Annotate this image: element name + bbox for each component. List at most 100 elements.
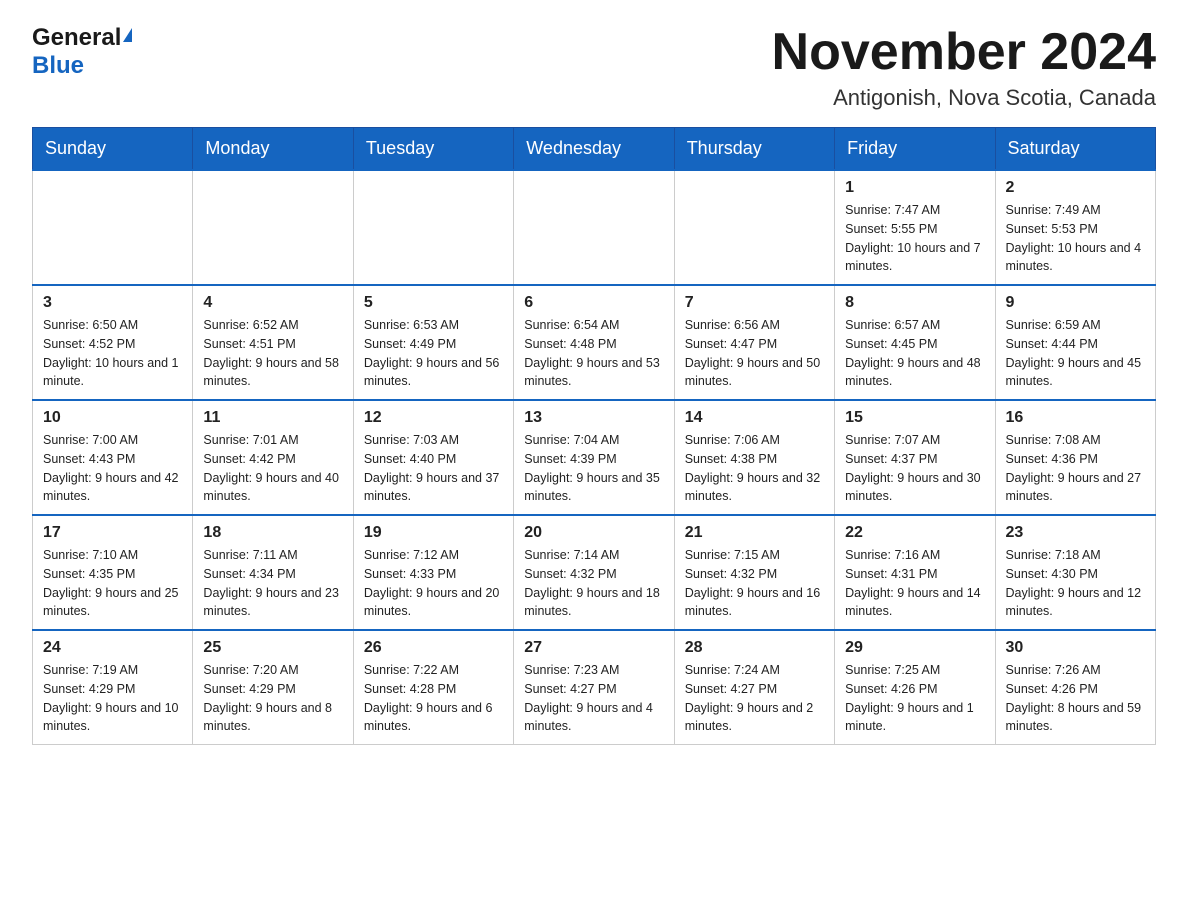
calendar-cell: 17 Sunrise: 7:10 AMSunset: 4:35 PMDayligh… xyxy=(33,515,193,630)
logo-blue-text: Blue xyxy=(32,52,84,79)
day-number: 7 xyxy=(685,294,824,312)
day-info: Sunrise: 7:18 AMSunset: 4:30 PMDaylight:… xyxy=(1006,546,1145,621)
day-info: Sunrise: 7:04 AMSunset: 4:39 PMDaylight:… xyxy=(524,431,663,506)
day-number: 19 xyxy=(364,524,503,542)
calendar-week-5: 24Sunrise: 7:19 AMSunset: 4:29 PMDayligh… xyxy=(33,630,1156,745)
day-info: Sunrise: 7:10 AMSunset: 4:35 PMDaylight:… xyxy=(43,546,182,621)
day-info: Sunrise: 7:11 AMSunset: 4:34 PMDaylight:… xyxy=(203,546,342,621)
day-info: Sunrise: 7:20 AMSunset: 4:29 PMDaylight:… xyxy=(203,661,342,736)
calendar-cell: 10 Sunrise: 7:00 AMSunset: 4:43 PMDayligh… xyxy=(33,400,193,515)
calendar-cell: 6Sunrise: 6:54 AMSunset: 4:48 PMDaylight… xyxy=(514,285,674,400)
calendar-week-1: 1 Sunrise: 7:47 AMSunset: 5:55 PMDaylight… xyxy=(33,170,1156,285)
calendar-cell: 4Sunrise: 6:52 AMSunset: 4:51 PMDaylight… xyxy=(193,285,353,400)
weekday-header-monday: Monday xyxy=(193,128,353,171)
day-number: 10 xyxy=(43,409,182,427)
calendar-cell: 28 Sunrise: 7:24 AMSunset: 4:27 PMDayligh… xyxy=(674,630,834,745)
day-number: 29 xyxy=(845,639,984,657)
day-info: Sunrise: 7:00 AMSunset: 4:43 PMDaylight:… xyxy=(43,431,182,506)
location-text: Antigonish, Nova Scotia, Canada xyxy=(772,85,1156,111)
day-number: 1 xyxy=(845,179,984,197)
day-info: Sunrise: 7:24 AMSunset: 4:27 PMDaylight:… xyxy=(685,661,824,736)
day-number: 17 xyxy=(43,524,182,542)
calendar-cell: 3 Sunrise: 6:50 AMSunset: 4:52 PMDaylight… xyxy=(33,285,193,400)
day-number: 5 xyxy=(364,294,503,312)
day-number: 9 xyxy=(1006,294,1145,312)
calendar-cell: 12 Sunrise: 7:03 AMSunset: 4:40 PMDayligh… xyxy=(353,400,513,515)
day-info: Sunrise: 7:47 AMSunset: 5:55 PMDaylight:… xyxy=(845,201,984,276)
calendar-cell: 20 Sunrise: 7:14 AMSunset: 4:32 PMDayligh… xyxy=(514,515,674,630)
title-area: November 2024 Antigonish, Nova Scotia, C… xyxy=(772,24,1156,111)
logo-general-text: General xyxy=(32,24,121,52)
day-info: Sunrise: 7:22 AMSunset: 4:28 PMDaylight:… xyxy=(364,661,503,736)
day-number: 28 xyxy=(685,639,824,657)
day-info: Sunrise: 6:52 AMSunset: 4:51 PMDaylight:… xyxy=(203,316,342,391)
calendar-table: SundayMondayTuesdayWednesdayThursdayFrid… xyxy=(32,127,1156,745)
calendar-cell xyxy=(514,170,674,285)
day-info: Sunrise: 6:54 AMSunset: 4:48 PMDaylight:… xyxy=(524,316,663,391)
weekday-header-sunday: Sunday xyxy=(33,128,193,171)
calendar-cell: 18Sunrise: 7:11 AMSunset: 4:34 PMDayligh… xyxy=(193,515,353,630)
weekday-header-friday: Friday xyxy=(835,128,995,171)
calendar-week-3: 10 Sunrise: 7:00 AMSunset: 4:43 PMDayligh… xyxy=(33,400,1156,515)
calendar-cell xyxy=(33,170,193,285)
calendar-cell: 22 Sunrise: 7:16 AMSunset: 4:31 PMDayligh… xyxy=(835,515,995,630)
day-info: Sunrise: 7:03 AMSunset: 4:40 PMDaylight:… xyxy=(364,431,503,506)
day-number: 22 xyxy=(845,524,984,542)
calendar-cell xyxy=(193,170,353,285)
calendar-cell: 30 Sunrise: 7:26 AMSunset: 4:26 PMDayligh… xyxy=(995,630,1155,745)
day-info: Sunrise: 7:19 AMSunset: 4:29 PMDaylight:… xyxy=(43,661,182,736)
weekday-header-thursday: Thursday xyxy=(674,128,834,171)
day-number: 3 xyxy=(43,294,182,312)
calendar-week-4: 17 Sunrise: 7:10 AMSunset: 4:35 PMDayligh… xyxy=(33,515,1156,630)
day-info: Sunrise: 7:01 AMSunset: 4:42 PMDaylight:… xyxy=(203,431,342,506)
day-info: Sunrise: 7:16 AMSunset: 4:31 PMDaylight:… xyxy=(845,546,984,621)
day-number: 27 xyxy=(524,639,663,657)
calendar-cell: 27 Sunrise: 7:23 AMSunset: 4:27 PMDayligh… xyxy=(514,630,674,745)
weekday-header-wednesday: Wednesday xyxy=(514,128,674,171)
day-info: Sunrise: 7:12 AMSunset: 4:33 PMDaylight:… xyxy=(364,546,503,621)
weekday-header-tuesday: Tuesday xyxy=(353,128,513,171)
calendar-cell: 21 Sunrise: 7:15 AMSunset: 4:32 PMDayligh… xyxy=(674,515,834,630)
calendar-cell: 7 Sunrise: 6:56 AMSunset: 4:47 PMDaylight… xyxy=(674,285,834,400)
calendar-cell: 29Sunrise: 7:25 AMSunset: 4:26 PMDayligh… xyxy=(835,630,995,745)
calendar-header-row: SundayMondayTuesdayWednesdayThursdayFrid… xyxy=(33,128,1156,171)
day-info: Sunrise: 6:50 AMSunset: 4:52 PMDaylight:… xyxy=(43,316,182,391)
calendar-cell: 13 Sunrise: 7:04 AMSunset: 4:39 PMDayligh… xyxy=(514,400,674,515)
day-info: Sunrise: 7:26 AMSunset: 4:26 PMDaylight:… xyxy=(1006,661,1145,736)
day-number: 13 xyxy=(524,409,663,427)
day-info: Sunrise: 7:08 AMSunset: 4:36 PMDaylight:… xyxy=(1006,431,1145,506)
calendar-cell: 26 Sunrise: 7:22 AMSunset: 4:28 PMDayligh… xyxy=(353,630,513,745)
weekday-header-saturday: Saturday xyxy=(995,128,1155,171)
day-info: Sunrise: 6:59 AMSunset: 4:44 PMDaylight:… xyxy=(1006,316,1145,391)
day-number: 23 xyxy=(1006,524,1145,542)
day-number: 12 xyxy=(364,409,503,427)
day-info: Sunrise: 6:57 AMSunset: 4:45 PMDaylight:… xyxy=(845,316,984,391)
calendar-cell: 25 Sunrise: 7:20 AMSunset: 4:29 PMDayligh… xyxy=(193,630,353,745)
day-number: 11 xyxy=(203,409,342,427)
day-number: 8 xyxy=(845,294,984,312)
calendar-cell: 2Sunrise: 7:49 AMSunset: 5:53 PMDaylight… xyxy=(995,170,1155,285)
day-number: 2 xyxy=(1006,179,1145,197)
calendar-cell: 23 Sunrise: 7:18 AMSunset: 4:30 PMDayligh… xyxy=(995,515,1155,630)
day-number: 16 xyxy=(1006,409,1145,427)
calendar-cell xyxy=(674,170,834,285)
day-info: Sunrise: 7:06 AMSunset: 4:38 PMDaylight:… xyxy=(685,431,824,506)
page-header: General Blue November 2024 Antigonish, N… xyxy=(32,24,1156,111)
day-info: Sunrise: 7:07 AMSunset: 4:37 PMDaylight:… xyxy=(845,431,984,506)
day-info: Sunrise: 6:56 AMSunset: 4:47 PMDaylight:… xyxy=(685,316,824,391)
day-info: Sunrise: 7:15 AMSunset: 4:32 PMDaylight:… xyxy=(685,546,824,621)
day-number: 26 xyxy=(364,639,503,657)
month-title: November 2024 xyxy=(772,24,1156,81)
day-info: Sunrise: 7:23 AMSunset: 4:27 PMDaylight:… xyxy=(524,661,663,736)
logo: General Blue xyxy=(32,24,132,80)
day-number: 25 xyxy=(203,639,342,657)
day-number: 20 xyxy=(524,524,663,542)
calendar-cell: 24Sunrise: 7:19 AMSunset: 4:29 PMDayligh… xyxy=(33,630,193,745)
calendar-cell xyxy=(353,170,513,285)
day-number: 30 xyxy=(1006,639,1145,657)
day-info: Sunrise: 7:14 AMSunset: 4:32 PMDaylight:… xyxy=(524,546,663,621)
calendar-cell: 16 Sunrise: 7:08 AMSunset: 4:36 PMDayligh… xyxy=(995,400,1155,515)
day-number: 21 xyxy=(685,524,824,542)
calendar-cell: 15Sunrise: 7:07 AMSunset: 4:37 PMDayligh… xyxy=(835,400,995,515)
day-info: Sunrise: 6:53 AMSunset: 4:49 PMDaylight:… xyxy=(364,316,503,391)
